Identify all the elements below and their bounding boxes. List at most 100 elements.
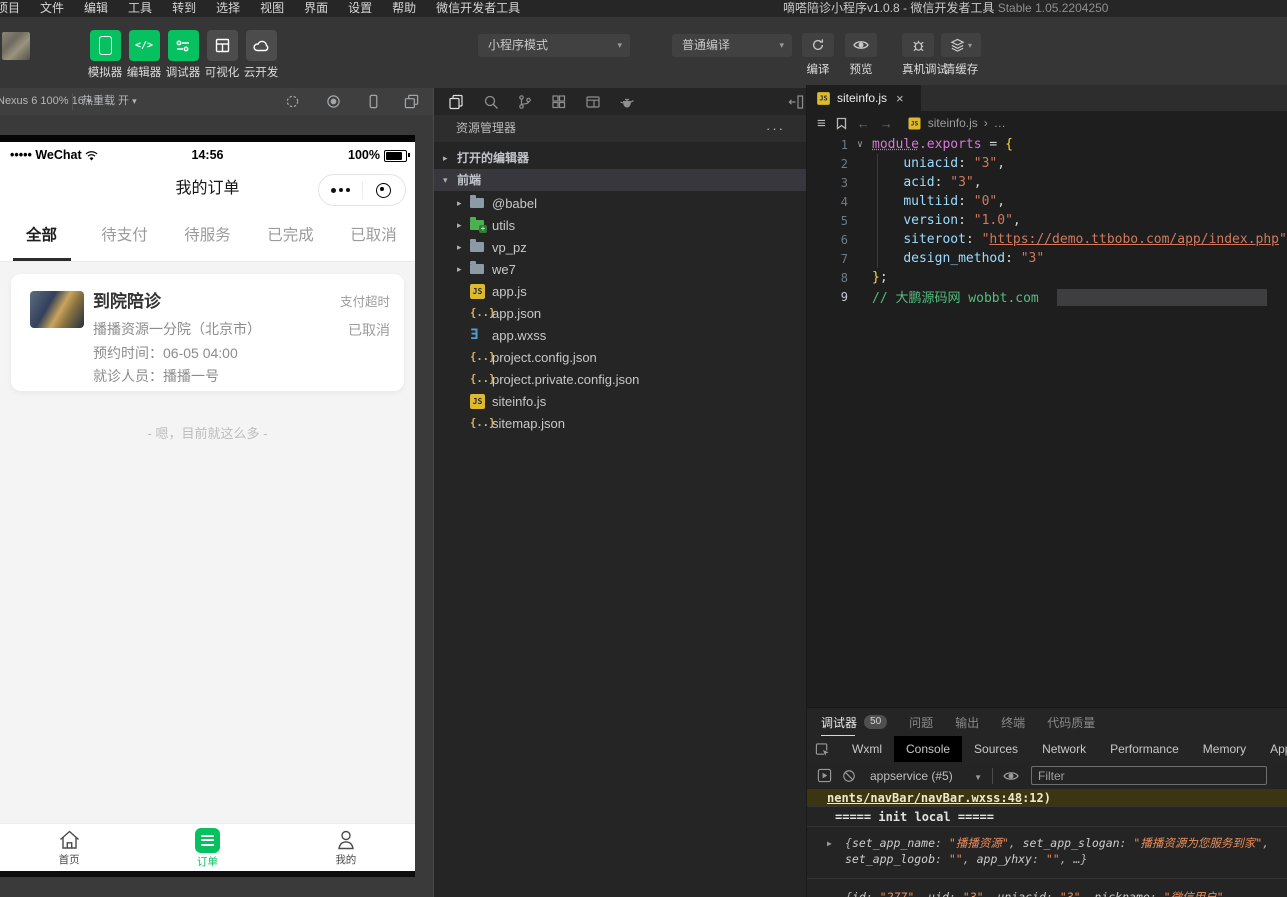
outline-icon[interactable]: ≡ (817, 115, 826, 132)
debugger-button[interactable]: 调试器 (163, 30, 203, 80)
devtools-tab[interactable]: Sources (962, 736, 1030, 762)
menu-item[interactable]: 界面 (294, 0, 338, 17)
source-control-icon[interactable] (517, 94, 533, 110)
tree-item[interactable]: Ǝ app.wxss (434, 324, 807, 346)
project-root-section[interactable]: ▾ 前端 (434, 169, 807, 191)
tab-debugger[interactable]: 调试器 50 (821, 714, 887, 731)
exit-target-icon[interactable] (363, 183, 406, 198)
simulator-button[interactable]: 模拟器 (85, 30, 125, 80)
code-line: 8 }; (807, 268, 1287, 287)
back-icon[interactable]: ← (857, 116, 870, 131)
tree-item[interactable]: ▸ @babel (434, 192, 807, 214)
phone-frame-icon[interactable] (366, 94, 381, 109)
watch-eye-icon[interactable] (1003, 770, 1019, 782)
visualization-button[interactable]: 可视化 (202, 30, 242, 80)
bookmark-icon[interactable] (836, 117, 847, 130)
tree-item[interactable]: ▸ utils (434, 214, 807, 236)
clear-cache-button[interactable]: ▾ 清缓存 (941, 33, 981, 77)
chevron-down-icon: ▾ (968, 41, 972, 50)
order-tab[interactable]: 待支付 (83, 213, 166, 261)
capsule-menu[interactable] (318, 174, 406, 206)
tabbar-orders[interactable]: 订单 (138, 824, 276, 872)
tabbar-mine[interactable]: 我的 (277, 824, 415, 872)
devtools-tab[interactable]: Application (1258, 736, 1287, 762)
debugger-panel: 调试器 50 问题 输出 终端 代码质量 WxmlConsoleSourcesN… (807, 707, 1287, 897)
indent-guide (877, 154, 878, 268)
forward-icon[interactable]: → (880, 116, 893, 131)
tree-item[interactable]: {..} sitemap.json (434, 412, 807, 434)
devtools-tab[interactable]: Wxml (840, 736, 894, 762)
tab-code-quality[interactable]: 代码质量 (1047, 714, 1095, 731)
rotate-icon[interactable] (285, 94, 300, 109)
project-avatar[interactable] (2, 32, 30, 60)
tree-item[interactable]: ▸ vp_pz (434, 236, 807, 258)
menu-item[interactable]: 工具 (118, 0, 162, 17)
devtools-tab[interactable]: Memory (1191, 736, 1258, 762)
compile-mode-select[interactable]: 普通编译 ▾ (672, 34, 792, 57)
menu-item[interactable]: 视图 (250, 0, 294, 17)
windows-icon[interactable] (404, 94, 419, 109)
device-select[interactable]: Nexus 6 100% 16 ▾ (0, 88, 91, 115)
order-tab[interactable]: 已完成 (249, 213, 332, 261)
menu-item[interactable]: 项目 (0, 0, 30, 17)
devtools-tab[interactable]: Console (894, 736, 962, 762)
tree-item[interactable]: JS siteinfo.js (434, 390, 807, 412)
menu-item[interactable]: 转到 (162, 0, 206, 17)
tab-terminal[interactable]: 终端 (1001, 714, 1025, 731)
more-dots-icon[interactable] (319, 188, 362, 193)
preview-button[interactable]: 预览 (845, 33, 877, 77)
search-icon[interactable] (483, 94, 499, 110)
resume-icon[interactable] (817, 768, 832, 783)
window-preview-icon[interactable] (585, 94, 601, 110)
order-title: 到院陪诊 (93, 287, 161, 312)
tree-item[interactable]: {..} app.json (434, 302, 807, 324)
editor-tab-siteinfo[interactable]: JS siteinfo.js × (807, 85, 921, 111)
clear-console-icon[interactable] (842, 769, 856, 783)
menu-item[interactable]: 选择 (206, 0, 250, 17)
compile-button[interactable]: 编译 (802, 33, 834, 77)
expand-arrow-icon[interactable]: ▶ (827, 836, 832, 852)
tab-problems[interactable]: 问题 (909, 714, 933, 731)
editor-button[interactable]: </> 编辑器 (124, 30, 164, 80)
filter-input[interactable] (1031, 766, 1267, 785)
menu-item[interactable]: 帮助 (382, 0, 426, 17)
extensions-icon[interactable] (551, 94, 567, 110)
menu-item[interactable]: 设置 (338, 0, 382, 17)
tree-item[interactable]: {..} project.private.config.json (434, 368, 807, 390)
order-tab[interactable]: 待服务 (166, 213, 249, 261)
menu-item[interactable]: 文件 (30, 0, 74, 17)
devtools-tab[interactable]: Performance (1098, 736, 1191, 762)
menu-item[interactable]: 微信开发者工具 (426, 0, 530, 17)
chevron-down-icon: ▾ (443, 169, 448, 191)
tree-item[interactable]: ▸ we7 (434, 258, 807, 280)
breadcrumb[interactable]: JS siteinfo.js › … (907, 116, 1006, 131)
close-icon[interactable]: × (896, 91, 904, 106)
files-icon[interactable] (448, 94, 464, 110)
teapot-icon[interactable] (619, 94, 635, 110)
mode-select[interactable]: 小程序模式 ▾ (478, 34, 630, 57)
context-select[interactable]: appservice (#5) ▼ (870, 769, 982, 783)
more-actions-icon[interactable]: ··· (766, 115, 785, 142)
tree-item[interactable]: {..} project.config.json (434, 346, 807, 368)
inspect-element-icon[interactable] (815, 742, 830, 757)
order-card[interactable]: 到院陪诊 支付超时 播播资源一分院（北京市） 已取消 预约时间：06-05 04… (11, 274, 404, 391)
menu-item[interactable]: 编辑 (74, 0, 118, 17)
cloud-dev-button[interactable]: 云开发 (241, 30, 281, 80)
fold-chevron-icon[interactable]: ∨ (848, 139, 872, 150)
divider (992, 768, 993, 784)
tabbar-home[interactable]: 首页 (0, 824, 138, 872)
code-area[interactable]: 1 ∨ module.exports = { 2 uniacid: "3", 3… (807, 135, 1287, 306)
console-toolbar: appservice (#5) ▼ (807, 762, 1287, 790)
order-tab[interactable]: 全部 (0, 213, 83, 261)
collapse-sidebar-icon[interactable] (788, 94, 804, 110)
device-debug-button[interactable]: 真机调试 (902, 33, 934, 77)
hot-reload-toggle[interactable]: 热重载 开 ▾ (82, 88, 137, 115)
console-row: ▶ {set_app_name: "播播资源", set_app_slogan:… (807, 827, 1287, 879)
order-tab[interactable]: 已取消 (332, 213, 415, 261)
file-type-icon (470, 220, 492, 230)
devtools-tab[interactable]: Network (1030, 736, 1098, 762)
open-editors-section[interactable]: ▸ 打开的编辑器 (434, 147, 807, 169)
tab-output[interactable]: 输出 (955, 714, 979, 731)
tree-item[interactable]: JS app.js (434, 280, 807, 302)
record-icon[interactable] (326, 94, 341, 109)
